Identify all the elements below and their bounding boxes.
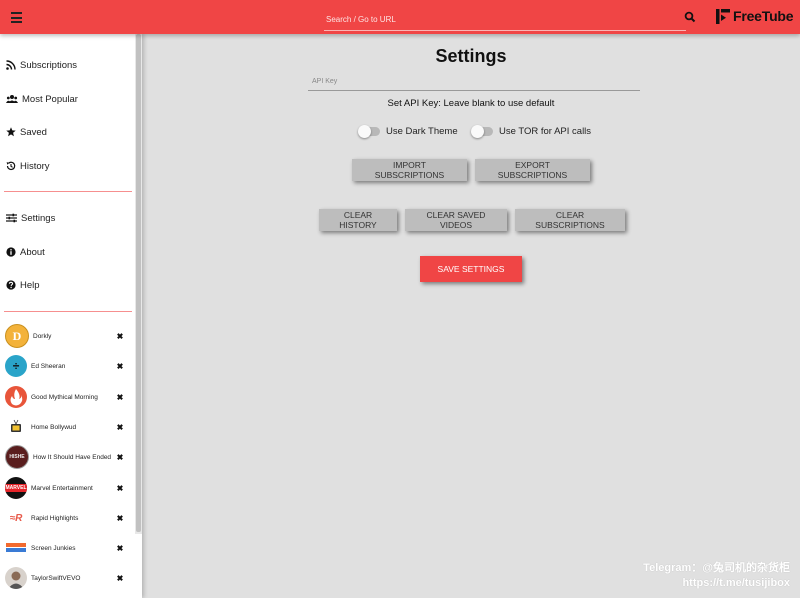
sidebar-item-label: About — [20, 246, 45, 258]
channel-avatar: HISHE — [5, 445, 29, 469]
sidebar: Subscriptions Most Popular Saved History… — [0, 34, 142, 598]
app-name: FreeTube — [733, 8, 794, 24]
sidebar-divider — [4, 311, 132, 312]
channel-avatar — [5, 567, 27, 589]
channel-name: Marvel Entertainment — [31, 484, 93, 492]
channel-item-rapid-highlights[interactable]: ≈R Rapid Highlights ✖ — [5, 506, 125, 530]
channel-item-dorkly[interactable]: D Dorkly ✖ — [5, 324, 125, 348]
channel-avatar: ÷ — [5, 355, 27, 377]
sidebar-item-help[interactable]: Help — [6, 275, 40, 295]
sidebar-item-label: Help — [20, 279, 40, 291]
search-input[interactable] — [324, 8, 686, 31]
sidebar-item-about[interactable]: About — [6, 242, 45, 262]
sidebar-item-most-popular[interactable]: Most Popular — [6, 89, 78, 109]
sidebar-item-subscriptions[interactable]: Subscriptions — [6, 55, 77, 75]
channel-name: Home Bollywud — [31, 423, 77, 431]
remove-channel-icon[interactable]: ✖ — [115, 453, 125, 462]
top-bar: FreeTube — [0, 0, 800, 34]
remove-channel-icon[interactable]: ✖ — [115, 393, 125, 402]
sidebar-item-label: Most Popular — [22, 93, 78, 105]
dark-theme-label: Use Dark Theme — [386, 126, 458, 137]
sidebar-item-settings[interactable]: Settings — [6, 208, 55, 228]
channel-item-ed-sheeran[interactable]: ÷ Ed Sheeran ✖ — [5, 354, 125, 378]
watermark: Telegram：@兔司机的杂货柜 https://t.me/tusijibox — [643, 561, 790, 591]
sidebar-item-label: Subscriptions — [20, 59, 78, 71]
sidebar-item-label: History — [20, 160, 50, 172]
sidebar-item-saved[interactable]: Saved — [6, 122, 47, 142]
page-title: Settings — [435, 46, 507, 66]
app-logo: FreeTube — [716, 8, 794, 24]
question-icon — [6, 280, 16, 290]
channel-avatar: D — [5, 324, 29, 348]
api-key-input[interactable] — [308, 72, 640, 91]
portrait-icon — [8, 571, 24, 589]
remove-channel-icon[interactable]: ✖ — [115, 514, 125, 523]
flame-icon — [10, 389, 23, 406]
sidebar-scrollbar-thumb[interactable] — [136, 34, 141, 532]
channel-name: Good Mythical Morning — [31, 393, 98, 401]
users-icon — [6, 95, 18, 103]
channel-item-screen-junkies[interactable]: Screen Junkies ✖ — [5, 536, 125, 560]
dark-theme-toggle[interactable]: Use Dark Theme — [358, 125, 458, 138]
save-settings-button[interactable]: SAVE SETTINGS — [420, 256, 522, 282]
channel-item-taylorswiftvevo[interactable]: TaylorSwiftVEVO ✖ — [5, 566, 125, 590]
sidebar-divider — [4, 191, 132, 192]
channel-name: Ed Sheeran — [31, 362, 66, 370]
watermark-line-1: Telegram：@兔司机的杂货柜 — [643, 562, 790, 574]
sliders-icon — [6, 213, 17, 223]
tor-switch[interactable] — [471, 125, 493, 138]
clear-saved-videos-button[interactable]: CLEAR SAVED VIDEOS — [405, 209, 507, 231]
channel-name: TaylorSwiftVEVO — [31, 574, 81, 582]
watermark-line-2: https://t.me/tusijibox — [682, 577, 790, 589]
channel-item-how-it-should-have-ended[interactable]: HISHE How It Should Have Ended ✖ — [5, 445, 125, 469]
channel-item-marvel-entertainment[interactable]: MARVEL Marvel Entertainment ✖ — [5, 476, 125, 500]
screen-junkies-logo-icon — [6, 543, 26, 552]
tv-icon — [11, 419, 21, 432]
channel-name: Rapid Highlights — [31, 514, 79, 522]
channel-avatar — [5, 537, 27, 559]
channel-item-good-mythical-morning[interactable]: Good Mythical Morning ✖ — [5, 385, 125, 409]
sidebar-item-label: Saved — [20, 126, 47, 138]
channel-avatar — [5, 416, 27, 438]
star-icon — [6, 127, 16, 137]
channel-name: How It Should Have Ended — [33, 453, 112, 461]
clear-history-button[interactable]: CLEAR HISTORY — [319, 209, 397, 231]
api-key-hint: Set API Key: Leave blank to use default — [387, 98, 555, 109]
tor-label: Use TOR for API calls — [499, 126, 592, 137]
export-subscriptions-button[interactable]: EXPORT SUBSCRIPTIONS — [475, 159, 590, 181]
remove-channel-icon[interactable]: ✖ — [115, 484, 125, 493]
import-subscriptions-button[interactable]: IMPORT SUBSCRIPTIONS — [352, 159, 467, 181]
sidebar-item-history[interactable]: History — [6, 156, 50, 176]
channel-avatar — [5, 386, 27, 408]
sidebar-item-label: Settings — [21, 212, 56, 224]
history-icon — [6, 161, 16, 171]
search-icon[interactable] — [684, 11, 696, 23]
remove-channel-icon[interactable]: ✖ — [115, 332, 125, 341]
dark-theme-switch[interactable] — [358, 125, 380, 138]
channel-name: Dorkly — [33, 332, 52, 340]
remove-channel-icon[interactable]: ✖ — [115, 574, 125, 583]
channel-avatar: MARVEL — [5, 477, 27, 499]
rss-icon — [6, 60, 16, 70]
remove-channel-icon[interactable]: ✖ — [115, 423, 125, 432]
settings-panel: Settings Set API Key: Leave blank to use… — [142, 34, 800, 598]
hamburger-menu-icon[interactable] — [11, 12, 22, 23]
info-icon — [6, 247, 16, 257]
clear-subscriptions-button[interactable]: CLEAR SUBSCRIPTIONS — [515, 209, 625, 231]
freetube-logo-icon — [716, 8, 730, 24]
channel-avatar: ≈R — [5, 507, 27, 529]
channel-item-home-bollywud[interactable]: Home Bollywud ✖ — [5, 415, 125, 439]
tor-toggle[interactable]: Use TOR for API calls — [471, 125, 592, 138]
remove-channel-icon[interactable]: ✖ — [115, 544, 125, 553]
channel-name: Screen Junkies — [31, 544, 76, 552]
remove-channel-icon[interactable]: ✖ — [115, 362, 125, 371]
